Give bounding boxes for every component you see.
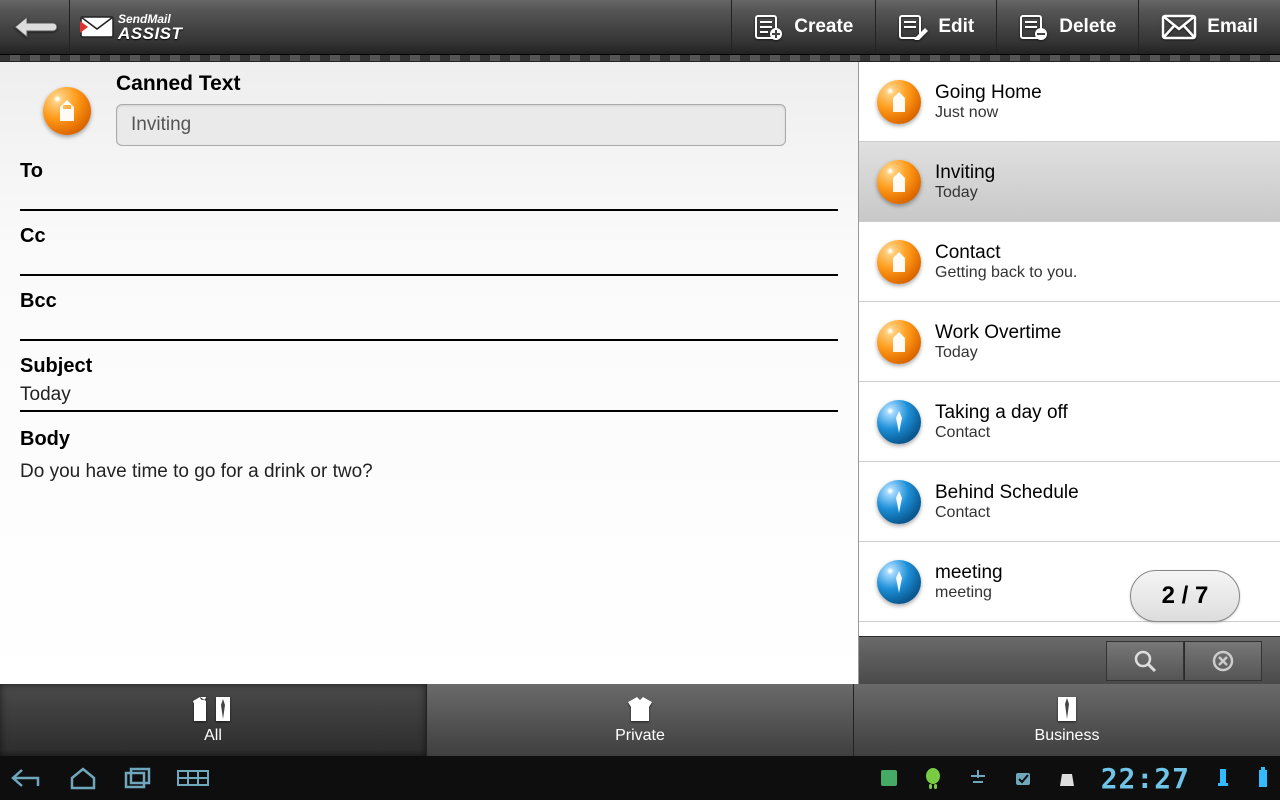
list-item-subtitle: Today [935, 344, 1061, 362]
tab-business[interactable]: Business [854, 684, 1280, 756]
cc-label: Cc [20, 225, 838, 248]
body-label: Body [20, 428, 838, 451]
delete-label: Delete [1059, 16, 1116, 38]
sys-back-icon[interactable] [10, 767, 44, 789]
list-item-subtitle: meeting [935, 584, 1003, 602]
tab-private[interactable]: Private [427, 684, 854, 756]
body-field[interactable]: Do you have time to go for a drink or tw… [20, 461, 838, 483]
edit-button[interactable]: Edit [875, 0, 996, 54]
search-button[interactable] [1106, 641, 1184, 681]
sys-tray-icon-5 [1057, 768, 1077, 788]
clear-button[interactable] [1184, 641, 1262, 681]
canned-text-heading: Canned Text [116, 72, 838, 96]
sys-wifi-icon [1214, 767, 1232, 789]
list-item-title: Taking a day off [935, 402, 1068, 424]
canned-text-name-input[interactable] [116, 104, 786, 146]
brand-logo: SendMail ASSIST [70, 0, 192, 54]
sys-recent-icon[interactable] [122, 766, 152, 790]
shirt-icon [877, 80, 921, 124]
sys-tray-icon-2 [923, 767, 943, 789]
subject-label: Subject [20, 355, 838, 378]
list-item[interactable]: Behind ScheduleContact [859, 462, 1280, 542]
tab-business-label: Business [1035, 727, 1100, 745]
tab-all-label: All [204, 727, 222, 745]
shirt-icon [877, 320, 921, 364]
email-label: Email [1207, 16, 1258, 38]
list-item-subtitle: Contact [935, 424, 1068, 442]
tie-icon [877, 480, 921, 524]
bcc-label: Bcc [20, 290, 838, 313]
list-item[interactable]: Taking a day offContact [859, 382, 1280, 462]
template-list[interactable]: Going HomeJust nowInvitingTodayContactGe… [859, 62, 1280, 636]
sys-clock: 22:27 [1101, 762, 1190, 795]
tab-all[interactable]: All [0, 684, 427, 756]
sys-tray-icon-4 [1013, 768, 1033, 788]
ruler-decoration [0, 55, 1280, 62]
cc-field[interactable] [20, 250, 838, 276]
sys-home-icon[interactable] [68, 766, 98, 790]
sys-battery-icon [1256, 767, 1270, 789]
shirt-icon [877, 240, 921, 284]
sys-tray-icon-3 [967, 768, 989, 788]
list-item-subtitle: Just now [935, 104, 1042, 122]
list-item[interactable]: ContactGetting back to you. [859, 222, 1280, 302]
email-button[interactable]: Email [1138, 0, 1280, 54]
subject-field[interactable]: Today [20, 378, 838, 406]
list-item-title: meeting [935, 562, 1003, 584]
tie-icon [877, 400, 921, 444]
brand-line2: ASSIST [118, 25, 182, 42]
to-field[interactable] [20, 185, 838, 211]
list-item-title: Inviting [935, 162, 995, 184]
pager-badge: 2 / 7 [1130, 570, 1240, 622]
sys-grid-icon[interactable] [176, 767, 210, 789]
list-item-subtitle: Contact [935, 504, 1079, 522]
brand-line1: SendMail [118, 13, 182, 25]
tab-private-label: Private [615, 727, 665, 745]
create-label: Create [794, 16, 853, 38]
delete-button[interactable]: Delete [996, 0, 1138, 54]
list-item-subtitle: Getting back to you. [935, 264, 1077, 282]
to-label: To [20, 160, 838, 183]
edit-label: Edit [938, 16, 974, 38]
bcc-field[interactable] [20, 315, 838, 341]
list-item[interactable]: Work OvertimeToday [859, 302, 1280, 382]
back-button[interactable] [0, 0, 70, 54]
shirt-icon [877, 160, 921, 204]
create-button[interactable]: Create [731, 0, 875, 54]
list-item-title: Contact [935, 242, 1077, 264]
list-item-title: Behind Schedule [935, 482, 1079, 504]
list-item-title: Going Home [935, 82, 1042, 104]
list-item-subtitle: Today [935, 184, 995, 202]
list-item-title: Work Overtime [935, 322, 1061, 344]
canned-text-icon [32, 76, 102, 146]
tie-icon [877, 560, 921, 604]
list-item[interactable]: InvitingToday [859, 142, 1280, 222]
sys-tray-icon-1 [879, 768, 899, 788]
list-item[interactable]: Going HomeJust now [859, 62, 1280, 142]
